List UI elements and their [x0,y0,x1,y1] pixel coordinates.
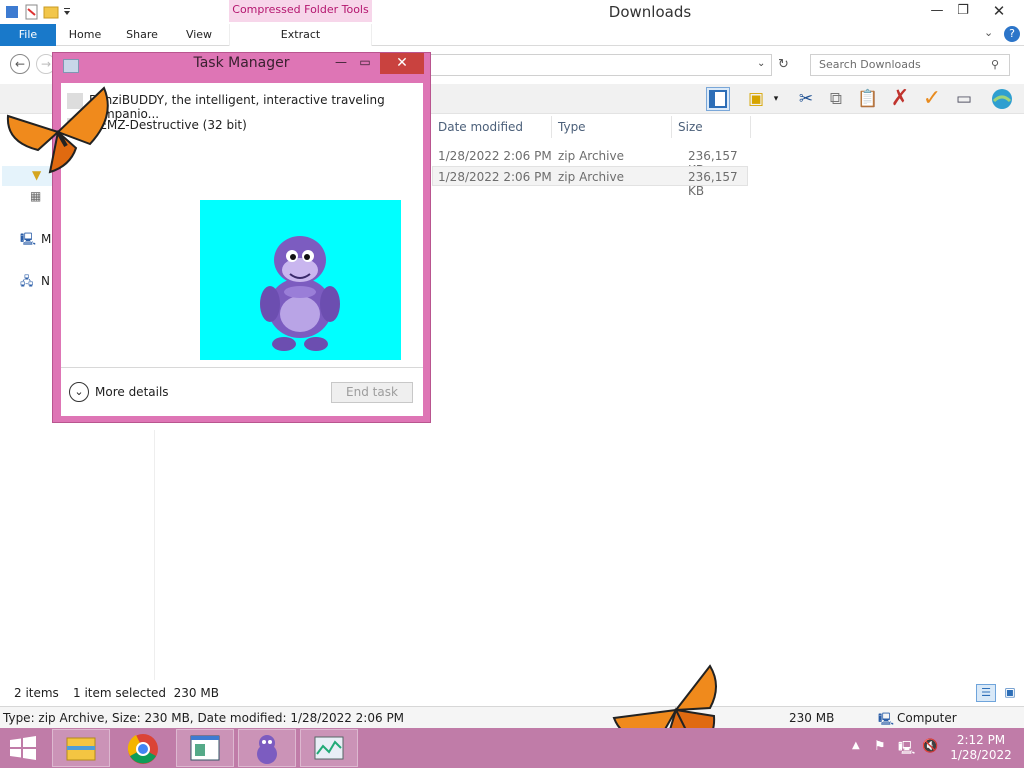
process-list: BonziBUDDY, the intelligent, interactive… [61,83,423,416]
column-divider [671,116,672,138]
maximize-button[interactable]: ❐ [948,0,978,22]
properties-icon[interactable]: ▭ [952,87,976,111]
ribbon-tabs: File Home Share View Extract ⌄ ? [0,24,1024,46]
butterfly-icon [6,86,109,174]
quick-access-icons [6,4,70,20]
task-manager-taskbar-button[interactable] [300,729,358,767]
action-center-flag-icon[interactable]: ⚑ [874,739,886,754]
ribbon-expand-icon[interactable]: ⌄ [984,26,993,39]
bonzi-buddy-icon [257,735,277,764]
show-hidden-icons-icon[interactable]: ▲ [852,740,860,751]
close-button[interactable]: ✕ [380,53,424,74]
navpane-divider [154,430,155,680]
file-type: zip Archive [558,149,624,163]
chevron-down-icon[interactable]: ⌄ [69,382,89,402]
maximize-button[interactable]: ▭ [355,53,375,73]
delete-icon[interactable]: ✗ [888,87,912,111]
item-count: 2 items [14,686,59,700]
column-headers: Date modified Type Size [432,116,752,138]
volume-muted-icon[interactable]: 🔇 [922,739,938,754]
details-info: Type: zip Archive, Size: 230 MB, Date mo… [3,711,405,725]
address-bar[interactable]: ⌄ [430,54,772,76]
quick-access-toolbar[interactable] [4,3,90,21]
system-clock[interactable]: 2:12 PM 1/28/2022 [950,733,1012,763]
file-size: 236,157 KB [688,170,738,198]
network-icon: 🖧 [20,274,34,288]
check-icon[interactable]: ✓ [920,87,944,111]
task-manager-footer: ⌄ More details End task [61,367,423,416]
refresh-icon[interactable]: ↻ [778,57,789,72]
column-size[interactable]: Size [678,120,703,134]
end-task-button[interactable]: End task [331,382,413,403]
file-explorer-icon [66,737,96,761]
tab-home[interactable]: Home [62,24,108,46]
column-type[interactable]: Type [558,120,586,134]
file-date: 1/28/2022 2:06 PM [438,170,552,184]
back-button[interactable]: ← [10,54,30,74]
details-size: 230 MB [789,711,835,725]
search-placeholder: Search Downloads [819,58,921,71]
tab-view[interactable]: View [176,24,222,46]
nav-label-network: N [41,274,50,288]
file-date: 1/28/2022 2:06 PM [438,149,552,163]
chrome-icon [127,734,158,764]
copy-icon[interactable]: ⧉ [824,87,848,111]
bonzi-gorilla-icon [260,236,340,351]
minimize-button[interactable]: — [331,53,351,73]
file-row[interactable]: 1/28/2022 2:06 PM zip Archive 236,157 KB [432,146,748,177]
address-dropdown-icon[interactable]: ⌄ [757,58,765,69]
cut-icon[interactable]: ✂ [794,87,818,111]
folder-options-icon[interactable]: ▣ [744,87,768,111]
process-row[interactable]: BonziBUDDY, the intelligent, interactive… [61,88,423,121]
nav-item-network[interactable]: 🖧 N [20,272,54,293]
process-row[interactable]: MEMZ-Destructive (32 bit) [61,113,423,137]
tab-share[interactable]: Share [118,24,166,46]
clock-date: 1/28/2022 [950,748,1012,762]
paste-icon[interactable]: 📋 [856,87,880,111]
column-divider [750,116,751,138]
windows-start-icon[interactable] [8,736,38,760]
notepad-taskbar-button[interactable] [176,729,234,767]
bonzi-taskbar-button[interactable] [238,729,296,767]
file-type: zip Archive [558,170,624,184]
chrome-taskbar-button[interactable] [114,729,172,767]
selection-info: 1 item selected 230 MB [73,686,219,700]
close-button[interactable]: ✕ [984,0,1014,22]
tab-extract[interactable]: Extract [229,24,372,46]
clock-time: 2:12 PM [956,733,1006,747]
compressed-folder-tools-tab[interactable]: Compressed Folder Tools [229,0,372,22]
more-details-link[interactable]: More details [95,385,169,399]
status-bar: 2 items 1 item selected 230 MB ☰ ▣ [0,682,1024,704]
details-bar: Type: zip Archive, Size: 230 MB, Date mo… [0,706,1024,728]
process-name: MEMZ-Destructive (32 bit) [89,118,247,132]
explorer-title-bar: Compressed Folder Tools Downloads — ❐ ✕ [0,0,1024,24]
folder-options-dropdown-icon[interactable]: ▾ [770,87,782,111]
network-status-icon[interactable]: 🖳 [898,739,915,761]
window-app-icon [190,735,220,761]
search-icon: ⚲ [991,58,1000,71]
network-globe-icon[interactable] [990,87,1014,111]
recent-places-icon[interactable]: ▦ [30,189,41,203]
search-input[interactable]: Search Downloads ⚲ [810,54,1010,76]
help-icon[interactable]: ? [1004,26,1020,42]
column-divider [551,116,552,138]
details-view-icon[interactable]: ☰ [976,684,996,702]
task-manager-icon [314,736,344,760]
tab-file[interactable]: File [0,24,56,46]
large-icons-view-icon[interactable]: ▣ [1000,684,1020,702]
file-row-selected[interactable]: 1/28/2022 2:06 PM zip Archive 236,157 KB [432,166,748,198]
taskbar: ▲ ⚑ 🖳 🔇 2:12 PM 1/28/2022 [0,728,1024,768]
file-explorer-taskbar-button[interactable] [52,729,110,767]
nav-label-computer: M [41,232,52,246]
nav-item-computer[interactable]: 🖳 M [20,230,54,251]
details-location: Computer [897,711,957,725]
computer-icon: 🖳 [20,232,37,246]
window-title: Downloads [608,3,692,21]
bonzi-buddy-character[interactable] [200,200,401,360]
column-date-modified[interactable]: Date modified [438,120,523,134]
layout-pane-icon[interactable] [706,87,730,111]
